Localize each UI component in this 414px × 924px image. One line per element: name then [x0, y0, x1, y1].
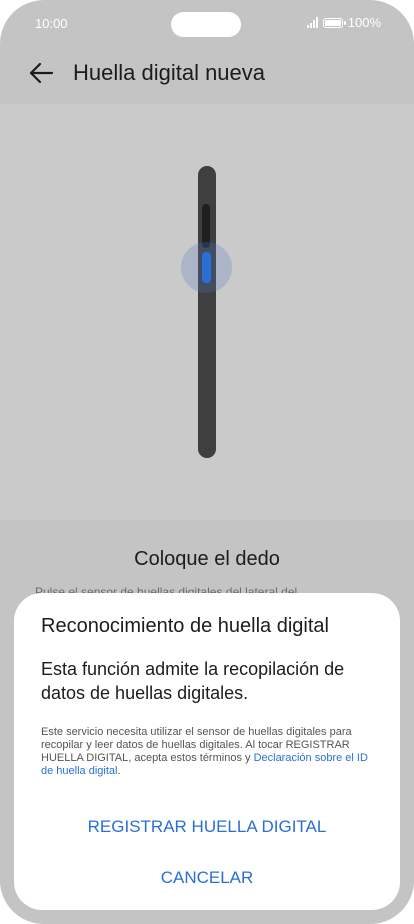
fingerprint-sensor-key [202, 252, 211, 283]
instruction-heading: Coloque el dedo [134, 548, 280, 570]
fingerprint-consent-dialog: Reconocimiento de huella digital Esta fu… [14, 593, 400, 910]
fingerprint-sensor-illustration [0, 104, 414, 520]
battery-icon [322, 17, 346, 28]
camera-cutout [171, 12, 241, 37]
fine-print-end: . [117, 765, 121, 777]
register-fingerprint-button[interactable]: REGISTRAR HUELLA DIGITAL [14, 817, 400, 837]
dialog-title: Reconocimiento de huella digital [41, 615, 329, 637]
dialog-body: Esta función admite la recopilación de d… [41, 659, 345, 703]
status-bar: 10:00 100% [0, 0, 414, 46]
page-title: Huella digital nueva [73, 60, 266, 85]
phone-screen: 10:00 100% Huella digital nueva Coloque … [0, 0, 414, 924]
cancel-button[interactable]: CANCELAR [14, 868, 400, 888]
dialog-fine-print: Este servicio necesita utilizar el senso… [41, 726, 377, 778]
back-arrow-icon[interactable] [26, 58, 56, 88]
battery-percent: 100% [347, 15, 381, 30]
status-time: 10:00 [35, 16, 68, 31]
status-icons: 100% [306, 15, 381, 30]
app-bar: Huella digital nueva [0, 52, 414, 96]
signal-icon [306, 17, 318, 28]
